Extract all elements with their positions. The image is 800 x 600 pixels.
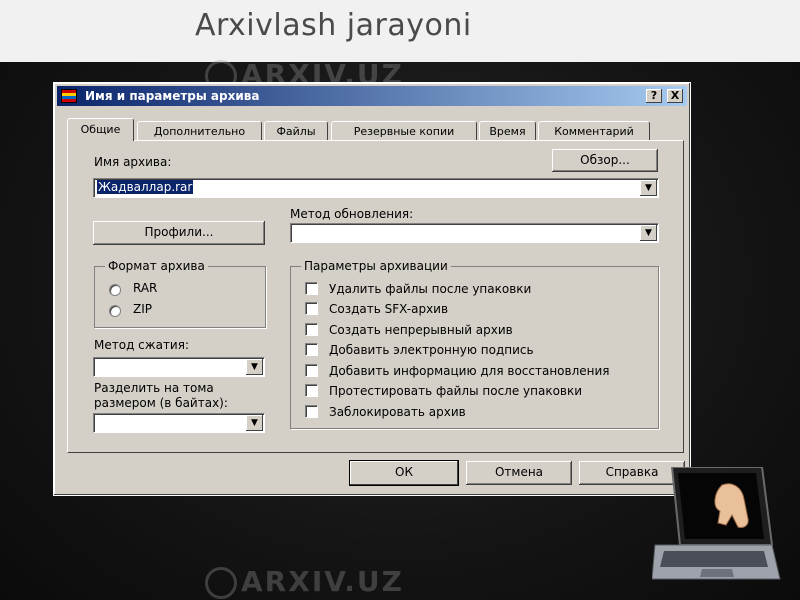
option-label: Протестировать файлы после упаковки — [329, 384, 583, 398]
chevron-down-icon[interactable]: ▼ — [246, 415, 263, 431]
option-checkbox[interactable] — [305, 282, 318, 295]
option-checkbox[interactable] — [305, 302, 318, 315]
archive-format-title: Формат архива — [105, 259, 208, 273]
option-label: Заблокировать архив — [329, 405, 466, 419]
dialog-title: Имя и параметры архива — [85, 89, 260, 103]
archive-dialog: Имя и параметры архива ? X Общие Дополни… — [53, 82, 691, 496]
archive-options-group: Параметры архивации Удалить файлы после … — [290, 259, 659, 429]
radio-zip[interactable] — [109, 305, 121, 317]
dialog-titlebar[interactable]: Имя и параметры архива ? X — [57, 86, 687, 106]
split-volumes-label: Разделить на тома — [94, 381, 214, 395]
tab-advanced[interactable]: Дополнительно — [137, 121, 262, 140]
archive-name-field[interactable]: Жадваллар.rar ▼ — [93, 178, 659, 198]
archive-format-group: Формат архива RAR ZIP — [94, 259, 266, 328]
radio-zip-label: ZIP — [133, 302, 152, 316]
option-label: Удалить файлы после упаковки — [329, 282, 532, 296]
option-checkbox[interactable] — [305, 384, 318, 397]
ok-button[interactable]: ОК — [350, 461, 458, 485]
option-label: Создать SFX-архив — [329, 302, 449, 316]
watermark: ARXIV.UZ — [205, 565, 404, 599]
compression-method-select[interactable]: ▼ — [93, 357, 265, 377]
option-checkbox[interactable] — [305, 405, 318, 418]
winrar-icon — [61, 89, 77, 103]
browse-button[interactable]: Обзор... — [552, 149, 658, 172]
update-method-label: Метод обновления: — [290, 207, 414, 221]
archive-name-label: Имя архива: — [94, 155, 172, 169]
profiles-button[interactable]: Профили... — [93, 221, 265, 245]
option-checkbox[interactable] — [305, 364, 318, 377]
tab-comment[interactable]: Комментарий — [538, 121, 650, 140]
tab-time[interactable]: Время — [479, 121, 536, 140]
option-checkbox[interactable] — [305, 323, 318, 336]
tab-general[interactable]: Общие — [67, 118, 134, 141]
update-method-select[interactable]: ▼ — [290, 223, 659, 243]
tab-panel: Имя архива: Обзор... Жадваллар.rar ▼ Мет… — [67, 140, 684, 453]
option-label: Добавить электронную подпись — [329, 343, 534, 357]
archive-options-title: Параметры архивации — [301, 259, 451, 273]
cancel-button[interactable]: Отмена — [466, 461, 572, 485]
option-label: Добавить информацию для восстановления — [329, 364, 610, 378]
radio-rar[interactable] — [109, 284, 121, 296]
close-icon[interactable]: X — [667, 89, 683, 103]
slide-title: Arxivlash jarayoni — [195, 8, 472, 43]
help-title-button[interactable]: ? — [646, 89, 662, 103]
chevron-down-icon[interactable]: ▼ — [640, 225, 657, 241]
split-volumes-label: размером (в байтах): — [94, 396, 228, 410]
laptop-illustration — [652, 467, 781, 580]
split-volumes-select[interactable]: ▼ — [93, 413, 265, 433]
option-label: Создать непрерывный архив — [329, 323, 513, 337]
chevron-down-icon[interactable]: ▼ — [246, 359, 263, 375]
option-checkbox[interactable] — [305, 343, 318, 356]
tab-files[interactable]: Файлы — [264, 121, 328, 140]
chevron-down-icon[interactable]: ▼ — [640, 180, 657, 196]
compression-method-label: Метод сжатия: — [94, 338, 189, 352]
radio-rar-label: RAR — [133, 281, 158, 295]
tab-backup[interactable]: Резервные копии — [331, 121, 477, 140]
